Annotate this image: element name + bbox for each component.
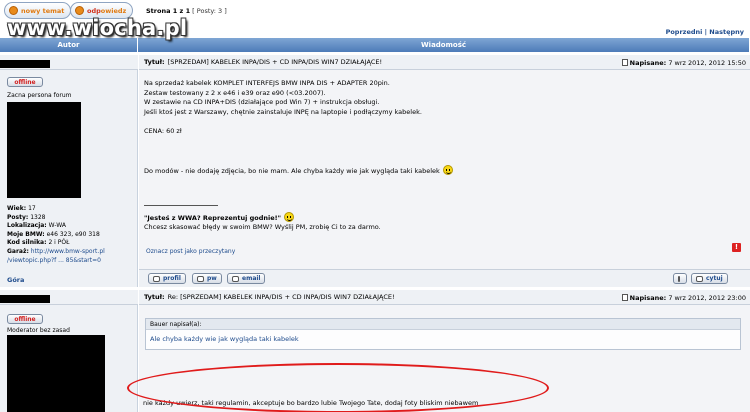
- post: offline Zacna persona forum Wiek: 17 Pos…: [0, 55, 750, 287]
- username-bar: [0, 290, 138, 305]
- message-column-header: Wiadomość: [138, 38, 750, 52]
- user-stats: Wiek: 17 Posty: 1328 Lokalizacja: W-WA M…: [7, 205, 105, 264]
- new-topic-icon: [9, 6, 18, 15]
- email-icon: [232, 275, 239, 282]
- watermark-logo: www.wiocha.pl: [7, 16, 188, 40]
- post-titlebar: Tytuł: Re: [SPRZEDAM] KABELEK INPA/DIS +…: [139, 290, 750, 305]
- username-bar: [0, 55, 138, 70]
- reply-label: odpowiedz: [87, 6, 127, 15]
- mark-read-link[interactable]: Oznacz post jako przeczytany: [146, 248, 235, 255]
- post-date: Napisane: 7 wrz 2012, 2012 23:00: [621, 294, 746, 302]
- post-actions: profil pw email cytuj: [139, 269, 750, 287]
- author-column-header: Autor: [0, 38, 138, 52]
- speech-icon: [678, 275, 680, 282]
- post: offline Moderator bez zasad Tytuł: Re: […: [0, 290, 750, 412]
- profile-icon: [153, 275, 160, 282]
- table-header: Autor Wiadomość: [0, 38, 750, 52]
- reply-icon: [75, 6, 84, 15]
- post-titlebar: Tytuł: [SPRZEDAM] KABELEK INPA/DIS + CD …: [139, 55, 750, 70]
- pagination: Strona 1 z 1 [ Posty: 3 ]: [146, 7, 227, 15]
- new-topic-label: nowy temat: [21, 6, 65, 15]
- page-indicator: Strona 1 z 1: [146, 7, 191, 15]
- avatar-redacted: [7, 102, 81, 198]
- garage-link-cont[interactable]: /viewtopic.php?f ... 85&start=0: [7, 257, 101, 264]
- quote-text: Ale chyba każdy wie jak wygląda taki kab…: [150, 335, 299, 343]
- profile-button[interactable]: profil: [148, 273, 186, 284]
- garage-link[interactable]: http://www.bmw-sport.pl: [31, 248, 105, 255]
- back-to-top-link[interactable]: Góra: [7, 276, 24, 284]
- email-button[interactable]: email: [227, 273, 266, 284]
- post-author-panel: offline Zacna persona forum Wiek: 17 Pos…: [0, 55, 138, 287]
- pm-button[interactable]: pw: [192, 273, 222, 284]
- avatar-redacted: [7, 335, 105, 412]
- quote-author: Bauer napisał(a):: [146, 319, 740, 330]
- offline-badge: offline: [7, 314, 43, 324]
- post-date: Napisane: 7 wrz 2012, 2012 15:50: [621, 59, 746, 67]
- post-content: Tytuł: [SPRZEDAM] KABELEK INPA/DIS + CD …: [139, 55, 750, 287]
- post-body: Na sprzedaż kabelek KOMPLET INTERFEJS BM…: [144, 79, 734, 177]
- quote-block: Bauer napisał(a): Ale chyba każdy wie ja…: [145, 318, 741, 350]
- post-title: Re: [SPRZEDAM] KABELEK INPA/DIS + CD INP…: [167, 293, 395, 301]
- report-icon[interactable]: !: [732, 243, 741, 252]
- smiley-icon: [284, 212, 294, 222]
- post-count: [ Posty: 3 ]: [192, 7, 227, 15]
- reply-text: nie każdy uwierz, taki regulamin, akcept…: [143, 399, 479, 407]
- username-redacted: [0, 60, 50, 68]
- pm-icon: [197, 275, 204, 282]
- document-icon: [621, 294, 628, 301]
- quote-icon: [696, 275, 703, 282]
- thread-icon-button[interactable]: [673, 273, 687, 284]
- signature: "Jesteś z WWA? Reprezentuj godnie!": [144, 212, 294, 222]
- quote-button[interactable]: cytuj: [691, 273, 728, 284]
- document-icon: [621, 59, 628, 66]
- signature-sub: Chcesz skasować błędy w swoim BMW? Wyśli…: [144, 223, 381, 231]
- post-content: Tytuł: Re: [SPRZEDAM] KABELEK INPA/DIS +…: [139, 290, 750, 412]
- prev-next-links[interactable]: Poprzedni | Następny: [666, 28, 744, 36]
- post-author-panel: offline Moderator bez zasad: [0, 290, 138, 412]
- smiley-icon: [442, 165, 453, 176]
- post-title: [SPRZEDAM] KABELEK INPA/DIS + CD INPA/DI…: [167, 58, 383, 66]
- user-rank: Moderator bez zasad: [7, 327, 70, 334]
- username-redacted: [0, 295, 50, 303]
- signature-divider: [144, 205, 218, 206]
- offline-badge: offline: [7, 77, 43, 87]
- user-rank: Zacna persona forum: [7, 92, 72, 99]
